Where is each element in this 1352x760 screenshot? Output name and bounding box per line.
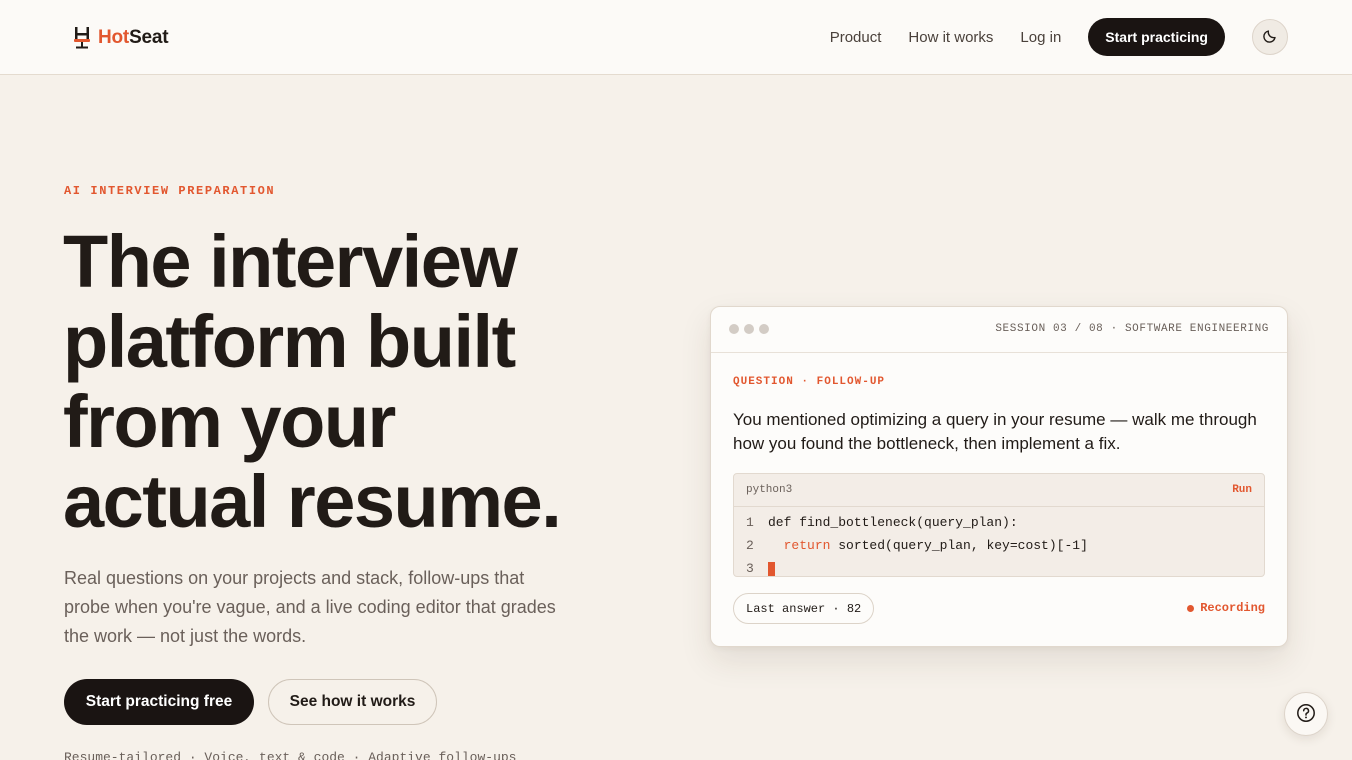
chair-logo-icon bbox=[73, 25, 91, 51]
feature-list: Resume-tailored · Voice, text & code · A… bbox=[64, 750, 517, 760]
code-line: 2 return sorted(query_plan, key=cost)[-1… bbox=[734, 534, 1264, 557]
window-dot bbox=[759, 324, 769, 334]
code-keyword: return bbox=[783, 538, 831, 553]
recording-indicator: Recording bbox=[1187, 601, 1265, 615]
interview-session-card: SESSION 03 / 08 · SOFTWARE ENGINEERING Q… bbox=[710, 306, 1288, 647]
code-body[interactable]: 1 def find_bottleneck(query_plan): 2 ret… bbox=[734, 507, 1264, 580]
logo-text: HotSeat bbox=[98, 27, 169, 48]
main-nav: Product How it works Log in Start practi… bbox=[830, 18, 1288, 56]
start-practicing-free-button[interactable]: Start practicing free bbox=[64, 679, 254, 725]
line-number: 1 bbox=[746, 515, 754, 530]
code-text: sorted(query_plan, key=cost)[-1] bbox=[830, 538, 1088, 553]
window-dot bbox=[729, 324, 739, 334]
headline-line: from your bbox=[63, 380, 396, 463]
session-label: SESSION 03 / 08 · SOFTWARE ENGINEERING bbox=[995, 323, 1269, 335]
hero-eyebrow: AI INTERVIEW PREPARATION bbox=[64, 184, 276, 198]
code-text: def find_bottleneck(query_plan): bbox=[768, 515, 1018, 530]
window-dot bbox=[744, 324, 754, 334]
hero-headline: The interview platform built from your a… bbox=[63, 222, 663, 542]
code-line: 3 bbox=[734, 557, 1264, 580]
recording-dot-icon bbox=[1187, 604, 1195, 612]
help-button[interactable] bbox=[1284, 692, 1328, 736]
line-number: 3 bbox=[746, 561, 754, 576]
text-cursor bbox=[768, 561, 775, 576]
line-number: 2 bbox=[746, 538, 754, 553]
nav-login-link[interactable]: Log in bbox=[1020, 29, 1061, 46]
question-mark-icon bbox=[1296, 703, 1316, 726]
site-header: HotSeat Product How it works Log in Star… bbox=[0, 0, 1352, 75]
moon-icon bbox=[1262, 28, 1278, 47]
last-answer-score-badge: Last answer · 82 bbox=[733, 593, 875, 624]
see-how-it-works-button[interactable]: See how it works bbox=[268, 679, 437, 725]
headline-line: The interview bbox=[63, 220, 518, 303]
theme-toggle-button[interactable] bbox=[1252, 19, 1288, 55]
logo[interactable]: HotSeat bbox=[73, 24, 169, 52]
recording-label: Recording bbox=[1200, 601, 1265, 615]
card-titlebar: SESSION 03 / 08 · SOFTWARE ENGINEERING bbox=[711, 307, 1287, 353]
nav-product-link[interactable]: Product bbox=[830, 29, 882, 46]
nav-how-it-works-link[interactable]: How it works bbox=[908, 29, 993, 46]
question-label: QUESTION · FOLLOW-UP bbox=[733, 376, 886, 388]
code-line: 1 def find_bottleneck(query_plan): bbox=[734, 511, 1264, 534]
run-button[interactable]: Run bbox=[1232, 484, 1252, 496]
window-dots bbox=[729, 324, 774, 334]
editor-header: python3 Run bbox=[734, 474, 1264, 507]
language-label: python3 bbox=[746, 484, 793, 496]
headline-line: actual resume. bbox=[63, 460, 562, 543]
question-text: You mentioned optimizing a query in your… bbox=[733, 410, 1257, 453]
code-editor[interactable]: python3 Run 1 def find_bottleneck(query_… bbox=[733, 473, 1265, 577]
headline-line: platform built bbox=[63, 300, 516, 383]
hero-subcopy: Real questions on your projects and stac… bbox=[64, 568, 556, 646]
start-practicing-button[interactable]: Start practicing bbox=[1088, 18, 1225, 56]
